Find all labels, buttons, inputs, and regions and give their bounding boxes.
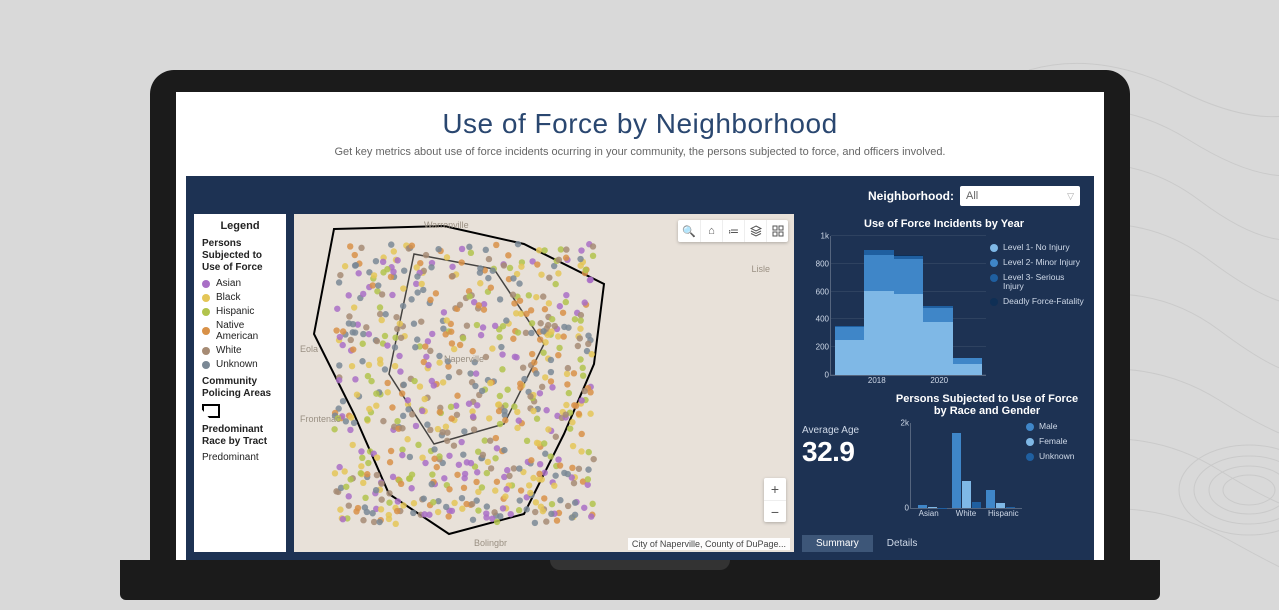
map-svg xyxy=(294,214,794,552)
legend-item: Hispanic xyxy=(202,306,278,317)
bar-column[interactable] xyxy=(923,306,952,375)
laptop-mockup: Use of Force by Neighborhood Get key met… xyxy=(150,70,1130,600)
legend-group-race-tract: Predominant Race by Tract xyxy=(202,424,278,448)
legend-title: Legend xyxy=(202,220,278,232)
chart-race-gender: Persons Subjected to Use of Force by Rac… xyxy=(888,389,1086,535)
home-icon[interactable]: ⌂ xyxy=(700,220,722,242)
legend-group-policing: Community Policing Areas xyxy=(202,376,278,400)
legend-swatch xyxy=(202,308,210,316)
chart-legend-item: Level 3- Serious Injury xyxy=(990,273,1084,293)
legend-label: Hispanic xyxy=(216,306,254,317)
zoom-control: + − xyxy=(764,478,786,522)
bar-column[interactable] xyxy=(864,250,893,375)
basemap-icon[interactable] xyxy=(766,220,788,242)
legend-item: White xyxy=(202,345,278,356)
bar-column[interactable] xyxy=(835,326,864,375)
chart2-title: Persons Subjected to Use of Force by Rac… xyxy=(888,393,1086,417)
chart-legend-item: Unknown xyxy=(1026,452,1086,462)
app-screen: Use of Force by Neighborhood Get key met… xyxy=(176,92,1104,560)
legend-item: Asian xyxy=(202,278,278,289)
dashboard: Neighborhood: All ▽ Legend Persons Subje… xyxy=(186,176,1094,560)
bar-column[interactable] xyxy=(894,255,923,375)
legend-group-persons: Persons Subjected to Use of Force xyxy=(202,238,278,274)
charts-column: Use of Force Incidents by Year 020040060… xyxy=(802,214,1086,552)
legend-panel: Legend Persons Subjected to Use of Force… xyxy=(194,214,286,552)
polygon-icon xyxy=(202,404,220,418)
chart-legend-item: Male xyxy=(1026,422,1086,432)
filter-bar: Neighborhood: All ▽ xyxy=(194,184,1086,214)
map-panel[interactable]: Warrenville Lisle Eola Naperville Fronte… xyxy=(294,214,794,552)
legend-item: Unknown xyxy=(202,359,278,370)
chart-legend-item: Deadly Force-Fatality xyxy=(990,297,1084,307)
legend-label: Black xyxy=(216,292,240,303)
bar-group[interactable] xyxy=(986,490,1015,508)
layers-icon[interactable] xyxy=(744,220,766,242)
avg-age-label: Average Age xyxy=(802,425,880,436)
bar-column[interactable] xyxy=(953,358,982,375)
layers-legend-icon[interactable]: ≔ xyxy=(722,220,744,242)
map-toolbar: 🔍 ⌂ ≔ xyxy=(678,220,788,242)
tab-summary[interactable]: Summary xyxy=(802,535,873,552)
chart1-legend: Level 1- No Injury Level 2- Minor Injury L… xyxy=(990,238,1084,312)
legend-item: Native American xyxy=(202,320,278,342)
chart-legend-item: Female xyxy=(1026,437,1086,447)
laptop-base xyxy=(120,560,1160,600)
neighborhood-selected: All xyxy=(966,190,978,202)
legend-swatch xyxy=(202,294,210,302)
legend-swatch xyxy=(202,327,210,335)
chart-legend-item: Level 1- No Injury xyxy=(990,243,1084,253)
zoom-in-button[interactable]: + xyxy=(764,478,786,500)
legend-item: Black xyxy=(202,292,278,303)
map-attribution: City of Naperville, County of DuPage... xyxy=(628,538,790,550)
legend-swatch xyxy=(202,280,210,288)
bar-group[interactable] xyxy=(918,505,947,508)
page-header: Use of Force by Neighborhood Get key met… xyxy=(176,92,1104,170)
legend-swatch xyxy=(202,347,210,355)
detail-tabs: Summary Details xyxy=(802,535,1086,552)
legend-label: Asian xyxy=(216,278,241,289)
legend-swatch xyxy=(202,361,210,369)
page-subtitle: Get key metrics about use of force incid… xyxy=(186,146,1094,158)
zoom-out-button[interactable]: − xyxy=(764,500,786,522)
avg-age-value: 32.9 xyxy=(802,436,880,468)
chevron-down-icon: ▽ xyxy=(1067,191,1074,202)
page-title: Use of Force by Neighborhood xyxy=(186,108,1094,140)
chart-legend-item: Level 2- Minor Injury xyxy=(990,258,1084,268)
search-icon[interactable]: 🔍 xyxy=(678,220,700,242)
neighborhood-filter-label: Neighborhood: xyxy=(868,189,954,203)
chart2-legend: Male Female Unknown xyxy=(1026,417,1086,466)
chart1-title: Use of Force Incidents by Year xyxy=(802,218,1086,230)
average-age-stat: Average Age 32.9 xyxy=(802,425,880,535)
bar-group[interactable] xyxy=(952,433,981,508)
legend-label: Native American xyxy=(216,320,278,342)
legend-label: White xyxy=(216,345,242,356)
legend-predominant: Predominant xyxy=(202,452,278,463)
neighborhood-dropdown[interactable]: All ▽ xyxy=(960,186,1080,206)
chart-incidents-by-year: Use of Force Incidents by Year 020040060… xyxy=(802,214,1086,385)
tab-details[interactable]: Details xyxy=(873,535,932,552)
legend-label: Unknown xyxy=(216,359,258,370)
